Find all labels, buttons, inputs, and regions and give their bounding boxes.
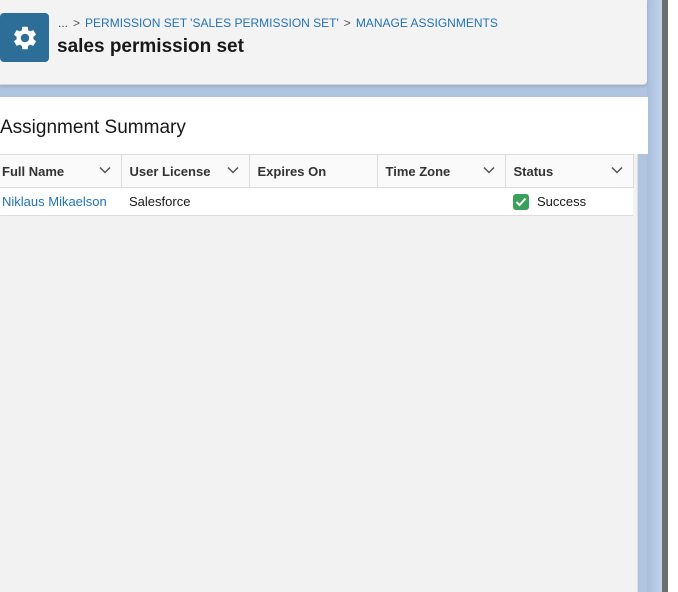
table-row: Niklaus Mikaelson Salesforce Success <box>0 187 633 216</box>
assignment-table: Full Name User License Expires On Time Z… <box>0 154 634 216</box>
column-label: Status <box>513 163 554 179</box>
cell-user-license: Salesforce <box>121 187 249 216</box>
breadcrumb-ellipsis[interactable]: ... <box>58 16 68 30</box>
breadcrumb-item-permission-set[interactable]: PERMISSION SET 'SALES PERMISSION SET' <box>85 16 339 30</box>
chevron-down-icon[interactable] <box>610 165 623 175</box>
section-title: Assignment Summary <box>0 117 186 138</box>
column-header-user-license[interactable]: User License <box>121 154 250 188</box>
column-header-full-name[interactable]: Full Name <box>0 154 122 188</box>
column-label: User License <box>129 163 211 179</box>
cell-time-zone <box>377 187 505 216</box>
breadcrumb: ... > PERMISSION SET 'SALES PERMISSION SET… <box>58 16 498 31</box>
content-border <box>637 154 638 592</box>
main-content: Assignment Summary Full Name User Licens… <box>0 97 648 592</box>
table-header-row: Full Name User License Expires On Time Z… <box>0 154 634 188</box>
section-header: Assignment Summary <box>0 97 648 154</box>
status-text: Success <box>537 194 587 209</box>
breadcrumb-item-manage-assignments[interactable]: MANAGE ASSIGNMENTS <box>356 16 498 30</box>
window-edge-right <box>668 0 678 592</box>
chevron-down-icon[interactable] <box>98 165 111 175</box>
cell-expires-on <box>249 187 377 216</box>
page-title: sales permission set <box>57 36 244 57</box>
gear-icon <box>0 13 49 62</box>
column-header-status[interactable]: Status <box>505 154 634 188</box>
chevron-down-icon[interactable] <box>226 165 239 175</box>
success-check-icon <box>513 193 529 210</box>
window-edge <box>647 0 662 592</box>
column-header-time-zone[interactable]: Time Zone <box>377 154 506 188</box>
breadcrumb-separator: > <box>73 16 81 30</box>
breadcrumb-separator: > <box>343 16 351 30</box>
column-label: Expires On <box>257 163 327 179</box>
cell-full-name: Niklaus Mikaelson <box>0 187 121 216</box>
chevron-down-icon[interactable] <box>482 165 495 175</box>
column-label: Time Zone <box>385 163 451 179</box>
cell-status: Success <box>505 187 633 216</box>
user-name-link[interactable]: Niklaus Mikaelson <box>2 194 107 209</box>
column-label: Full Name <box>2 163 65 179</box>
column-header-expires-on[interactable]: Expires On <box>249 154 378 188</box>
page-header: ... > PERMISSION SET 'SALES PERMISSION SET… <box>0 0 647 85</box>
